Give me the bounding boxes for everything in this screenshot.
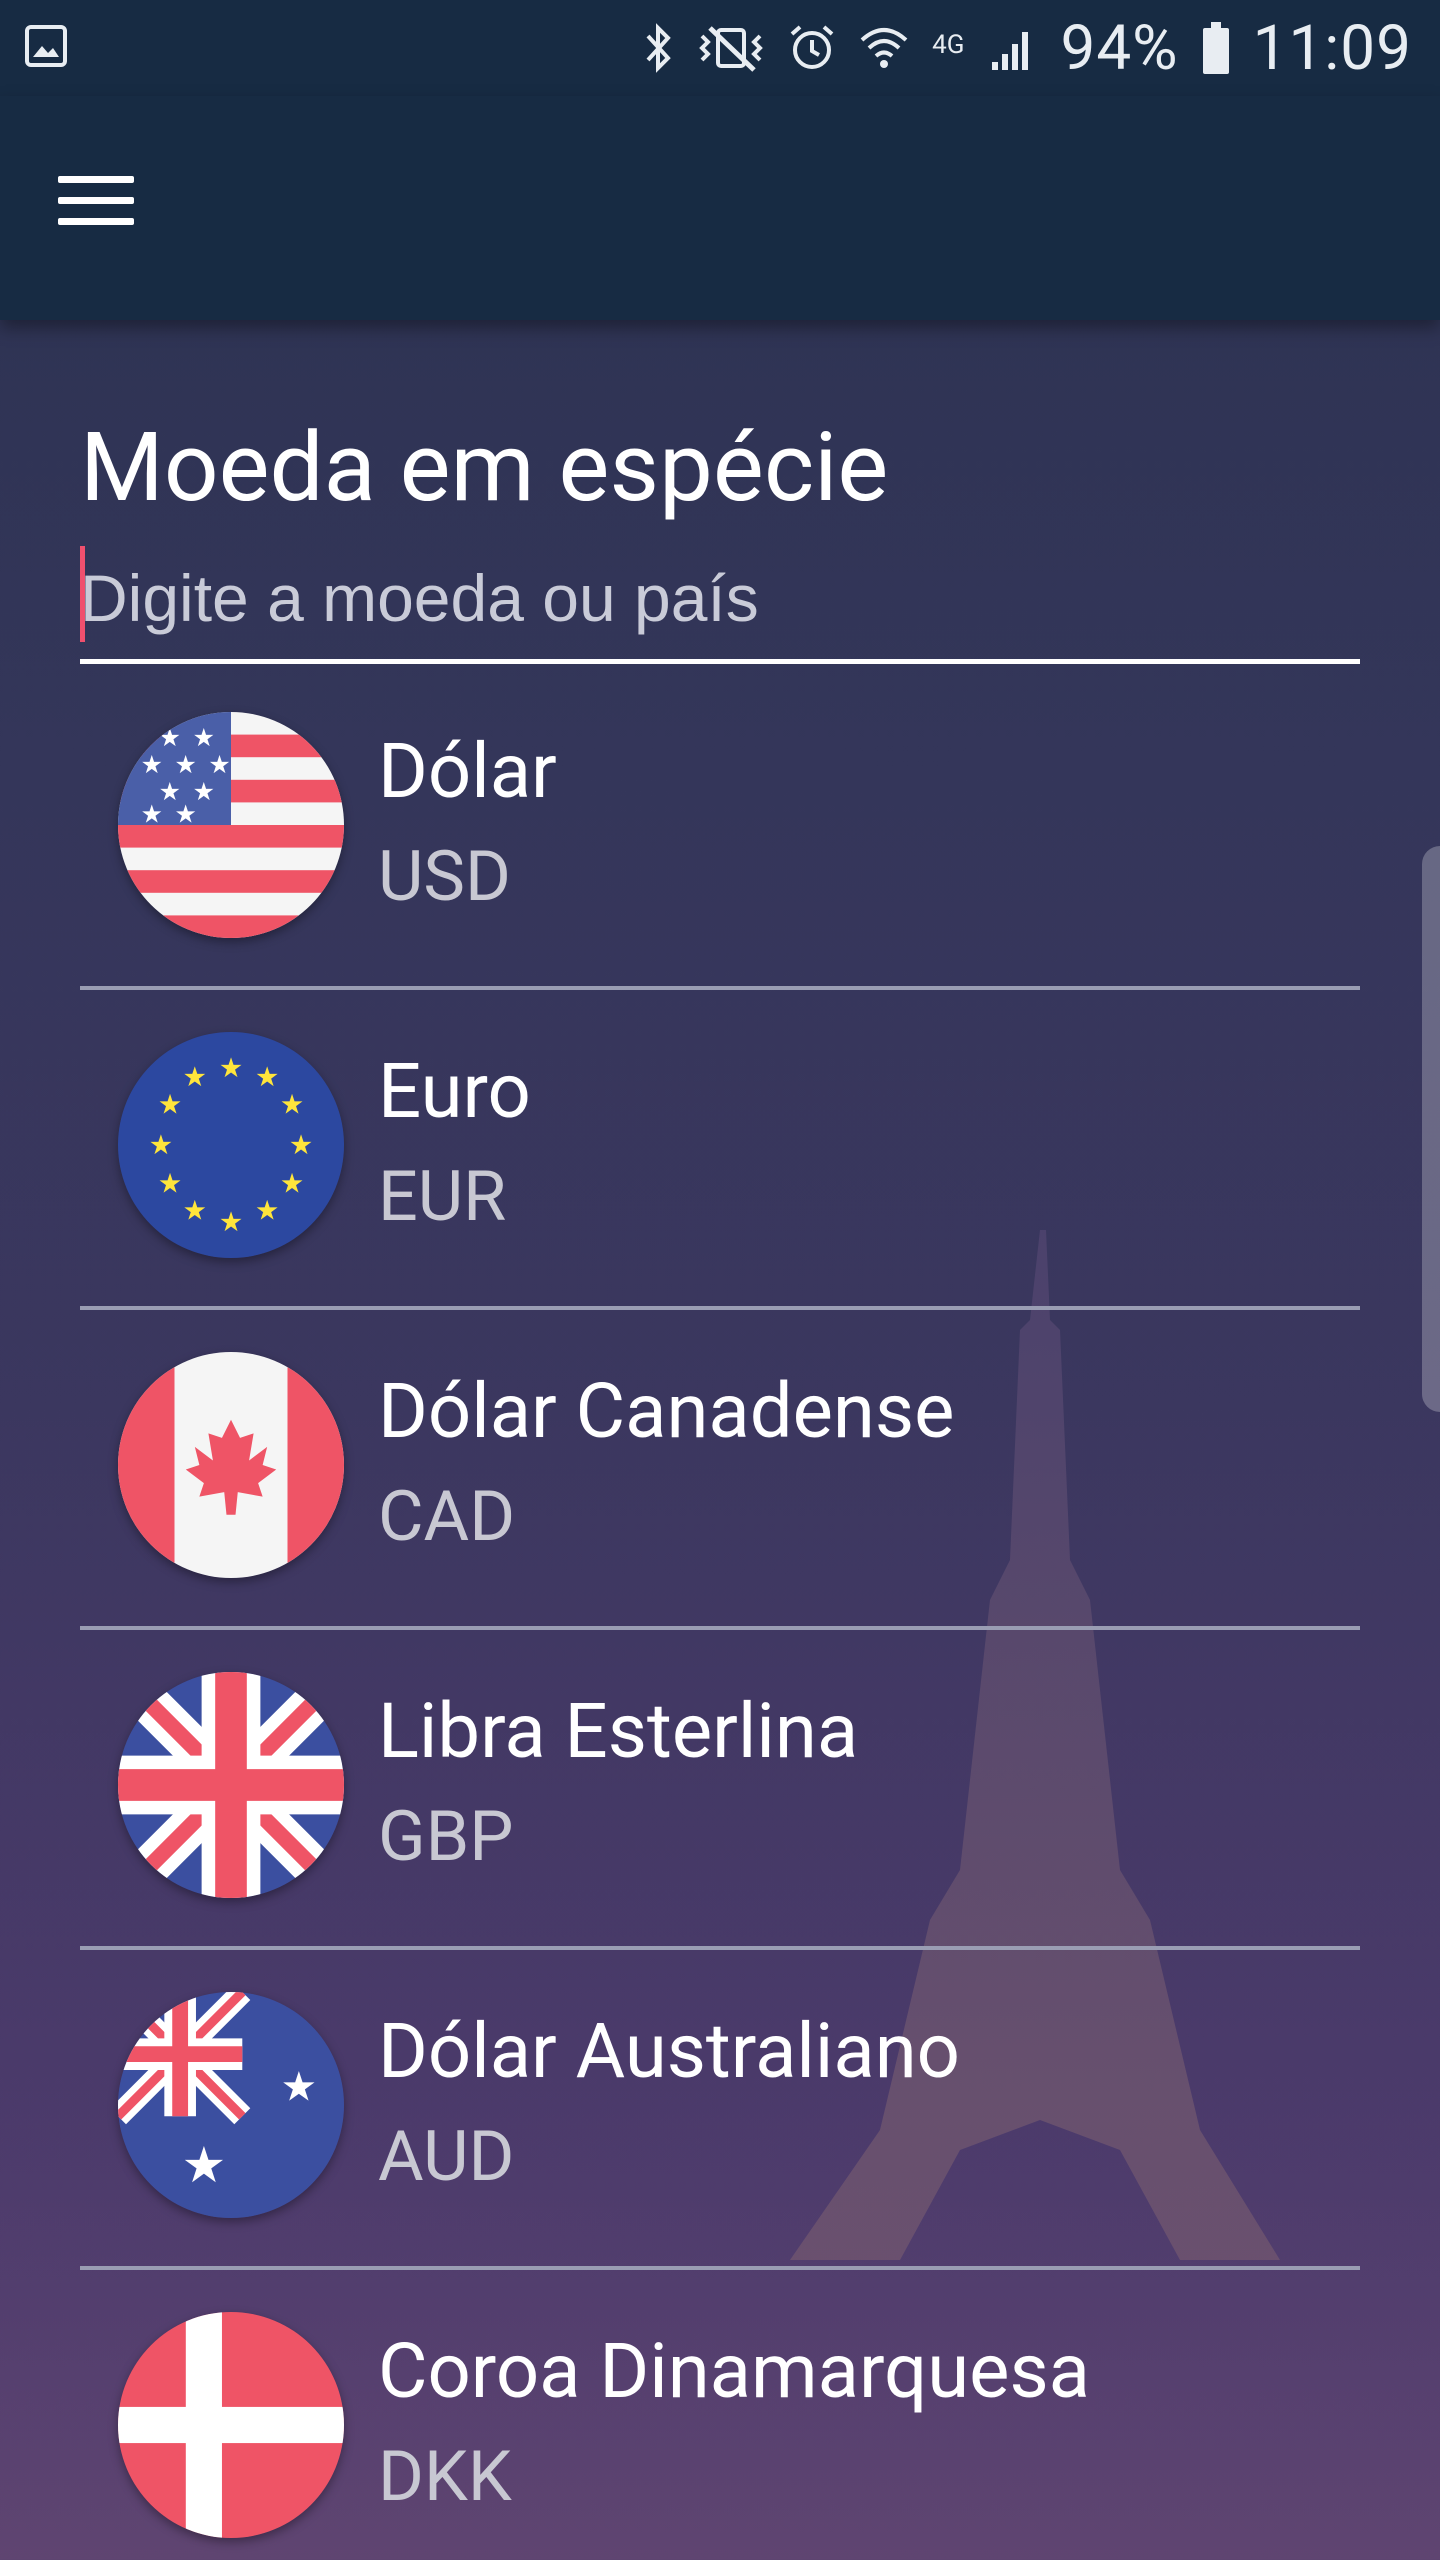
canada-flag-icon [118, 1352, 344, 1578]
battery-icon [1201, 20, 1231, 76]
list-item-eur[interactable]: ★ ★ ★ ★ ★ ★ ★ ★ ★ ★ ★ ★ Euro EUR [80, 990, 1360, 1310]
currency-name: Dólar [378, 726, 557, 816]
wifi-icon [858, 22, 910, 74]
svg-text:★: ★ [175, 750, 197, 779]
currency-name: Euro [378, 1046, 531, 1136]
svg-text:★: ★ [159, 723, 181, 752]
currency-code: EUR [378, 1156, 507, 1238]
search-field[interactable] [80, 542, 1360, 664]
bluetooth-icon [644, 22, 674, 74]
gallery-icon [24, 24, 68, 72]
svg-text:★: ★ [158, 1168, 182, 1199]
denmark-flag-icon [118, 2312, 344, 2538]
currency-name: Coroa Dinamarquesa [378, 2326, 1091, 2416]
svg-text:★: ★ [255, 1196, 279, 1227]
svg-text:★: ★ [280, 1089, 304, 1120]
svg-text:★: ★ [219, 1207, 243, 1238]
svg-text:★: ★ [182, 2136, 227, 2194]
vibrate-icon [696, 22, 766, 74]
list-item-aud[interactable]: ★ ★ Dólar Australiano AUD [80, 1950, 1360, 2270]
currency-code: GBP [378, 1796, 514, 1878]
svg-text:★: ★ [141, 800, 163, 829]
svg-text:★: ★ [219, 1053, 243, 1084]
currency-code: CAD [378, 1476, 516, 1558]
currency-list: ★ ★ ★ ★ ★ ★ ★ ★ ★ Dólar USD ★ ★ ★ ★ ★ ★ ★ ★ ★ ★ ★ ★ [80, 670, 1360, 2560]
list-item-cad[interactable]: Dólar Canadense CAD [80, 1310, 1360, 1630]
svg-text:★: ★ [255, 1062, 279, 1093]
list-item-dkk[interactable]: Coroa Dinamarquesa DKK [80, 2270, 1360, 2560]
currency-code: DKK [378, 2436, 512, 2518]
clock: 11:09 [1252, 11, 1412, 85]
currency-name: Dólar Australiano [378, 2006, 961, 2096]
svg-text:★: ★ [280, 1168, 304, 1199]
uk-flag-icon [118, 1672, 344, 1898]
currency-name: Dólar Canadense [378, 1366, 955, 1456]
svg-text:★: ★ [149, 1130, 173, 1161]
search-input[interactable] [80, 542, 1360, 654]
svg-text:★: ★ [183, 1196, 207, 1227]
svg-text:★: ★ [208, 750, 230, 779]
status-bar: 4G 94% 11:09 [0, 0, 1440, 96]
svg-text:★: ★ [158, 1089, 182, 1120]
page-title: Moeda em espécie [80, 412, 889, 524]
svg-text:★: ★ [193, 723, 215, 752]
currency-code: AUD [378, 2116, 515, 2198]
list-item-gbp[interactable]: Libra Esterlina GBP [80, 1630, 1360, 1950]
alarm-icon [788, 22, 836, 74]
list-item-usd[interactable]: ★ ★ ★ ★ ★ ★ ★ ★ ★ Dólar USD [80, 670, 1360, 990]
network-type: 4G [932, 29, 965, 60]
currency-code: USD [378, 836, 511, 918]
scroll-handle[interactable] [1422, 846, 1440, 1412]
svg-text:★: ★ [183, 1062, 207, 1093]
svg-text:★: ★ [175, 800, 197, 829]
svg-text:★: ★ [281, 2062, 317, 2110]
currency-name: Libra Esterlina [378, 1686, 859, 1776]
eu-flag-icon: ★ ★ ★ ★ ★ ★ ★ ★ ★ ★ ★ ★ [118, 1032, 344, 1258]
svg-text:★: ★ [141, 750, 163, 779]
app-bar [0, 96, 1440, 320]
svg-text:★: ★ [289, 1130, 313, 1161]
signal-icon [986, 22, 1038, 74]
battery-percentage: 94% [1060, 11, 1179, 85]
australia-flag-icon: ★ ★ [118, 1992, 344, 2218]
hamburger-menu-icon[interactable] [38, 152, 152, 248]
us-flag-icon: ★ ★ ★ ★ ★ ★ ★ ★ ★ [118, 712, 344, 938]
